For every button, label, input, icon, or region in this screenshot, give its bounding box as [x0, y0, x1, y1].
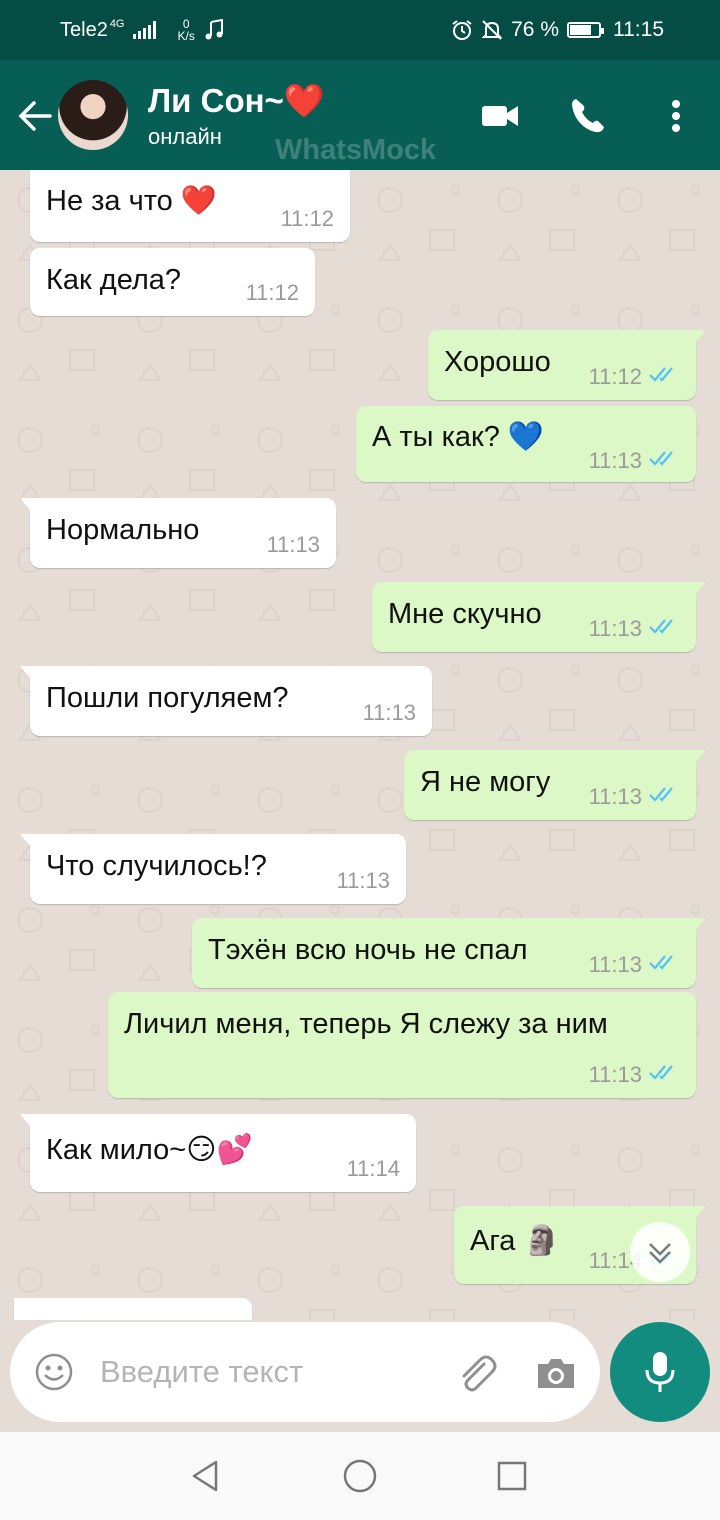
- message-text: Мне скучно: [388, 598, 542, 630]
- nav-home-icon[interactable]: [340, 1456, 380, 1496]
- read-ticks-icon: [649, 787, 673, 802]
- message-bubble[interactable]: Я не могу 11:13: [404, 750, 706, 820]
- message-bubble[interactable]: Что случилось!? 11:13: [20, 834, 406, 904]
- message-text: Что случилось!?: [46, 850, 267, 882]
- message-bubble[interactable]: Мне скучно 11:13: [372, 582, 706, 652]
- message-bubble[interactable]: Тэхён всю ночь не спал 11:13: [192, 918, 706, 988]
- mic-icon: [645, 1352, 675, 1392]
- more-vert-icon[interactable]: [654, 94, 698, 138]
- scroll-to-bottom-button[interactable]: [630, 1222, 690, 1282]
- system-nav-bar: [0, 1432, 720, 1520]
- read-ticks-icon: [649, 1065, 673, 1080]
- voice-record-button[interactable]: [610, 1322, 710, 1422]
- bubble-tail: [20, 666, 32, 680]
- message-time: 11:12: [280, 206, 334, 231]
- video-call-icon[interactable]: [478, 94, 522, 138]
- read-ticks-icon: [649, 955, 673, 970]
- nav-recents-icon[interactable]: [492, 1456, 532, 1496]
- message-time: 11:13: [362, 700, 416, 725]
- music-note-icon: [205, 19, 223, 40]
- watermark: WhatsMock: [275, 134, 437, 166]
- bubble-tail: [694, 330, 706, 344]
- attach-icon[interactable]: [452, 1350, 500, 1398]
- message-time: 11:13: [588, 784, 642, 809]
- phone-icon[interactable]: [566, 94, 610, 138]
- message-time: 11:13: [588, 448, 642, 473]
- message-bubble[interactable]: Хорошо 11:12: [428, 330, 706, 400]
- message-time: 11:13: [588, 616, 642, 641]
- message-bubble[interactable]: Нормально 11:13: [20, 498, 336, 568]
- battery-percent: 76 %: [511, 18, 559, 41]
- back-arrow-icon[interactable]: [16, 96, 56, 136]
- mute-icon: [481, 20, 503, 40]
- double-chevron-down-icon: [649, 1243, 671, 1264]
- message-input[interactable]: [98, 1346, 432, 1398]
- emoji-icon[interactable]: [34, 1352, 74, 1392]
- message-text: А ты как? 💙: [372, 421, 545, 453]
- message-text: Я не могу: [420, 766, 551, 798]
- message-bubble[interactable]: Как дела? 11:12: [30, 248, 315, 316]
- message-bubble[interactable]: А ты как? 💙 11:13: [356, 406, 696, 482]
- chat-header: Ли Сон~❤️ онлайн WhatsMock: [0, 60, 720, 170]
- bubble-tail: [20, 1114, 32, 1128]
- message-time: 11:14: [346, 1156, 400, 1181]
- message-bubble[interactable]: Как мило~😏💕 11:14: [20, 1114, 416, 1192]
- message-time: 11:13: [336, 868, 390, 893]
- read-ticks-icon: [649, 619, 673, 634]
- message-text: Как дела?: [46, 264, 182, 296]
- message-bubble[interactable]: Не за что ❤️ 11:12: [30, 170, 350, 242]
- message-text: Не за что ❤️: [46, 185, 217, 217]
- contact-status: онлайн: [148, 124, 222, 149]
- message-text: Хорошо: [444, 346, 551, 378]
- signal-icon: [132, 21, 156, 39]
- message-bubble[interactable]: Пошли погуляем? 11:13: [20, 666, 432, 736]
- bubble-tail: [694, 582, 706, 596]
- read-ticks-icon: [649, 367, 673, 382]
- bubble-tail: [20, 834, 32, 848]
- status-bar: Tele2 4G 0 K/s 76 % 11:15: [0, 0, 720, 60]
- message-text: Как мило~😏💕: [46, 1134, 253, 1166]
- message-text: Ага 🗿: [470, 1225, 560, 1257]
- bubble-tail: [20, 498, 32, 512]
- read-ticks-icon: [649, 451, 673, 466]
- alarm-icon: [452, 20, 472, 40]
- clock: 11:15: [613, 18, 664, 41]
- message-time: 11:12: [245, 280, 299, 305]
- bubble-tail: [694, 1206, 706, 1220]
- message-composer: [10, 1322, 600, 1422]
- message-bubble[interactable]: Личил меня, теперь Я слежу за ним 11:13: [108, 992, 696, 1098]
- message-time: 11:13: [588, 952, 642, 977]
- network-type: 4G: [109, 18, 125, 30]
- carrier-name: Tele2: [60, 18, 108, 41]
- message-time: 11:13: [266, 532, 320, 557]
- bubble-tail: [694, 918, 706, 932]
- message-time: 11:13: [588, 1062, 642, 1087]
- contact-name[interactable]: Ли Сон~❤️: [148, 82, 325, 121]
- message-time: 11:12: [588, 364, 642, 389]
- message-text: Личил меня, теперь Я слежу за ним: [124, 1008, 608, 1040]
- battery-icon: [567, 22, 604, 38]
- nav-back-icon[interactable]: [186, 1456, 226, 1496]
- message-text: Тэхён всю ночь не спал: [208, 934, 528, 966]
- network-speed: 0 K/s: [178, 18, 195, 42]
- avatar[interactable]: [58, 80, 128, 150]
- bubble-tail: [694, 750, 706, 764]
- camera-icon[interactable]: [532, 1350, 580, 1398]
- message-bubble-partial[interactable]: [14, 1298, 252, 1320]
- chat-area[interactable]: Не за что ❤️ 11:12 Как дела? 11:12 Хорош…: [0, 170, 720, 1320]
- message-text: Нормально: [46, 514, 200, 546]
- speed-unit: K/s: [177, 29, 195, 43]
- message-text: Пошли погуляем?: [46, 682, 289, 714]
